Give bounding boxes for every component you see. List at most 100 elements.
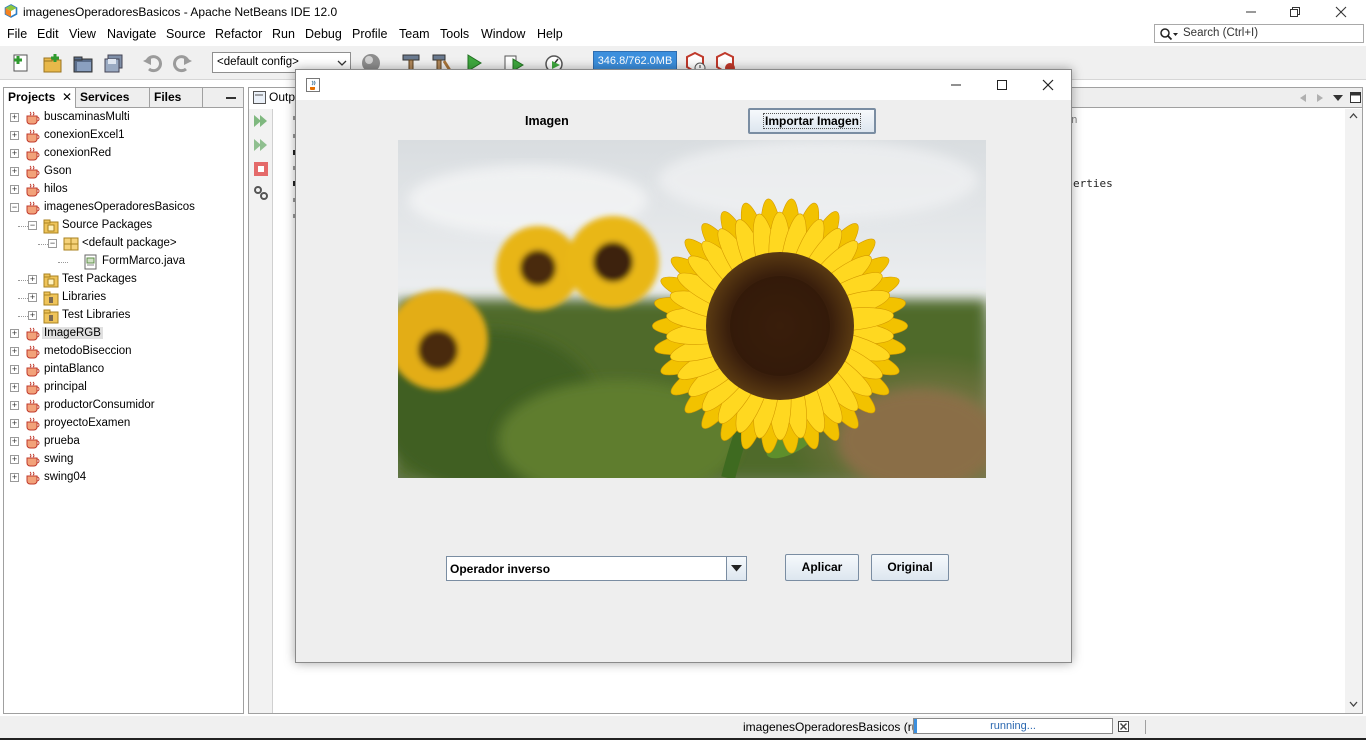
search-icon xyxy=(1160,28,1178,41)
expand-node-icon[interactable]: + xyxy=(10,131,19,140)
tree-node[interactable]: − <default package> xyxy=(4,235,242,253)
menu-edit[interactable]: Edit xyxy=(37,27,59,41)
apply-button[interactable]: Aplicar xyxy=(785,554,859,581)
menu-source[interactable]: Source xyxy=(166,27,206,41)
tree-node[interactable]: + hilos xyxy=(4,181,242,199)
window-title: imagenesOperadoresBasicos - Apache NetBe… xyxy=(23,5,338,19)
progress-text: running... xyxy=(990,720,1036,732)
tree-node[interactable]: + productorConsumidor xyxy=(4,397,242,415)
tree-node[interactable]: FormMarco.java xyxy=(4,253,242,271)
scroll-tabs-left-icon[interactable] xyxy=(1298,93,1308,103)
menu-profile[interactable]: Profile xyxy=(352,27,387,41)
tree-node[interactable]: + Gson xyxy=(4,163,242,181)
redo-button[interactable] xyxy=(171,51,195,75)
tree-node[interactable]: + proyectoExamen xyxy=(4,415,242,433)
menu-help[interactable]: Help xyxy=(537,27,563,41)
rerun-icon[interactable] xyxy=(253,113,269,129)
tree-node-label: imagenesOperadoresBasicos xyxy=(44,201,195,213)
cancel-task-icon[interactable] xyxy=(1118,721,1129,732)
menu-file[interactable]: File xyxy=(7,27,27,41)
collapse-node-icon[interactable]: − xyxy=(48,239,57,248)
save-all-button[interactable] xyxy=(102,51,126,75)
menu-view[interactable]: View xyxy=(69,27,96,41)
tree-node[interactable]: + Test Packages xyxy=(4,271,242,289)
expand-node-icon[interactable]: + xyxy=(10,113,19,122)
dialog-close-button[interactable] xyxy=(1025,70,1071,100)
new-file-button[interactable] xyxy=(9,51,33,75)
project-cup-icon xyxy=(25,434,41,450)
memory-usage-indicator[interactable]: 346.8/762.0MB xyxy=(593,51,677,71)
tree-node[interactable]: + principal xyxy=(4,379,242,397)
settings-gear-icon[interactable] xyxy=(253,185,269,201)
open-folder-icon xyxy=(73,56,93,73)
collapse-node-icon[interactable]: − xyxy=(10,203,19,212)
import-image-button[interactable]: Importar Imagen xyxy=(748,108,876,134)
open-project-button[interactable] xyxy=(71,51,95,75)
import-image-button-label: Importar Imagen xyxy=(762,113,862,129)
tree-node[interactable]: + swing04 xyxy=(4,469,242,487)
scroll-down-icon[interactable] xyxy=(1349,701,1358,707)
tab-list-dropdown-icon[interactable] xyxy=(1332,94,1344,102)
tree-node[interactable]: + buscaminasMulti xyxy=(4,109,242,127)
operator-select[interactable]: Operador inverso xyxy=(446,556,747,581)
menu-team[interactable]: Team xyxy=(399,27,430,41)
expand-node-icon[interactable]: + xyxy=(10,473,19,482)
menu-navigate[interactable]: Navigate xyxy=(107,27,156,41)
tree-node[interactable]: + Test Libraries xyxy=(4,307,242,325)
expand-node-icon[interactable]: + xyxy=(28,293,37,302)
expand-node-icon[interactable]: + xyxy=(10,437,19,446)
expand-node-icon[interactable]: + xyxy=(10,167,19,176)
tree-node[interactable]: + prueba xyxy=(4,433,242,451)
tab-services[interactable]: Services xyxy=(76,88,150,108)
tree-node[interactable]: − Source Packages xyxy=(4,217,242,235)
expand-node-icon[interactable]: + xyxy=(10,329,19,338)
tree-node[interactable]: − imagenesOperadoresBasicos xyxy=(4,199,242,217)
tree-node[interactable]: + conexionExcel1 xyxy=(4,127,242,145)
close-window-button[interactable] xyxy=(1318,0,1364,24)
undo-button[interactable] xyxy=(140,51,164,75)
menu-window[interactable]: Window xyxy=(481,27,525,41)
scroll-up-icon[interactable] xyxy=(1349,113,1358,119)
minimize-button[interactable] xyxy=(1228,0,1274,24)
stop-icon[interactable] xyxy=(253,161,269,177)
expand-node-icon[interactable]: + xyxy=(10,365,19,374)
expand-node-icon[interactable]: + xyxy=(10,455,19,464)
maximize-panel-icon[interactable] xyxy=(1350,92,1361,103)
tree-node[interactable]: + metodoBiseccion xyxy=(4,343,242,361)
tree-node[interactable]: + ImageRGB xyxy=(4,325,242,343)
java-form-file-icon xyxy=(83,254,99,270)
search-input[interactable]: Search (Ctrl+I) xyxy=(1154,24,1364,43)
dialog-minimize-button[interactable] xyxy=(933,70,979,100)
tree-node[interactable]: + conexionRed xyxy=(4,145,242,163)
menu-tools[interactable]: Tools xyxy=(440,27,469,41)
output-vertical-scrollbar[interactable] xyxy=(1345,109,1362,713)
menu-run[interactable]: Run xyxy=(272,27,295,41)
tab-projects[interactable]: Projects ✕ xyxy=(4,88,76,108)
close-tab-icon[interactable]: ✕ xyxy=(62,88,72,107)
minimize-panel-icon[interactable] xyxy=(226,97,236,99)
operator-dropdown-button[interactable] xyxy=(726,557,746,580)
dialog-maximize-button[interactable] xyxy=(979,70,1025,100)
run-progress-bar[interactable]: running... xyxy=(913,718,1113,734)
project-cup-icon xyxy=(25,326,41,342)
scroll-tabs-right-icon[interactable] xyxy=(1315,93,1325,103)
menu-debug[interactable]: Debug xyxy=(305,27,342,41)
restore-button[interactable] xyxy=(1272,0,1318,24)
tab-files[interactable]: Files xyxy=(150,88,203,108)
menu-refactor[interactable]: Refactor xyxy=(215,27,262,41)
expand-node-icon[interactable]: + xyxy=(10,347,19,356)
rerun-with-params-icon[interactable] xyxy=(253,137,269,153)
expand-node-icon[interactable]: + xyxy=(10,149,19,158)
tree-node[interactable]: + swing xyxy=(4,451,242,469)
tree-node[interactable]: + Libraries xyxy=(4,289,242,307)
expand-node-icon[interactable]: + xyxy=(28,311,37,320)
expand-node-icon[interactable]: + xyxy=(28,275,37,284)
tree-node[interactable]: + pintaBlanco xyxy=(4,361,242,379)
expand-node-icon[interactable]: + xyxy=(10,383,19,392)
new-project-button[interactable] xyxy=(40,51,64,75)
collapse-node-icon[interactable]: − xyxy=(28,221,37,230)
expand-node-icon[interactable]: + xyxy=(10,419,19,428)
expand-node-icon[interactable]: + xyxy=(10,185,19,194)
original-button[interactable]: Original xyxy=(871,554,949,581)
expand-node-icon[interactable]: + xyxy=(10,401,19,410)
